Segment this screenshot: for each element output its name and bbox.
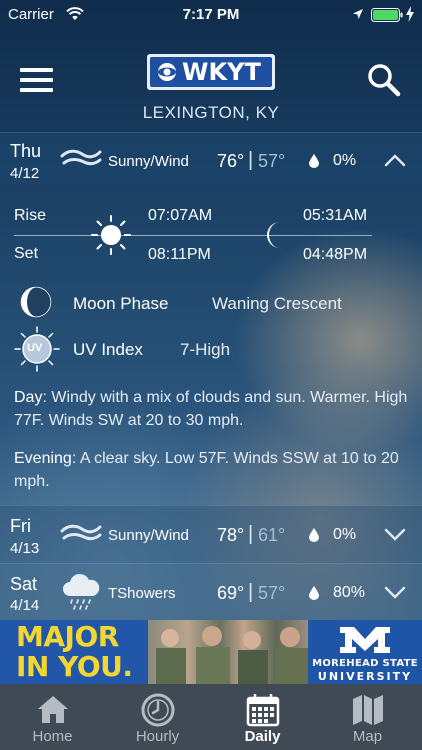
ad-photo-figures <box>156 626 308 684</box>
tab-bar: Home Hourly Daily Map <box>0 684 422 750</box>
tab-daily[interactable]: Daily <box>210 684 315 750</box>
rain-cloud-icon <box>63 573 100 610</box>
search-button[interactable] <box>366 62 402 98</box>
day-forecast-body: : Windy with a mix of clouds and sun. Wa… <box>14 389 408 429</box>
uv-index-label: UV Index <box>73 340 143 359</box>
tab-label: Map <box>352 728 383 745</box>
ad-headline-panel: MAJOR IN YOU. <box>0 620 148 684</box>
university-logo-icon <box>340 627 390 653</box>
home-icon <box>38 696 68 723</box>
sun-icon <box>91 215 131 255</box>
day-name: Thu <box>10 141 42 161</box>
day-row-sat[interactable]: Sat 4/14 TShowers 69° | 57° 80% <box>0 563 422 620</box>
moonrise-time: 05:31AM <box>303 207 368 224</box>
location-arrow-icon <box>353 9 363 19</box>
chevron-down-icon[interactable] <box>384 528 406 542</box>
precip-chance: 0% <box>333 152 357 169</box>
rise-label: Rise <box>14 207 47 224</box>
day-date: 4/12 <box>10 165 40 182</box>
raindrop-icon <box>309 528 319 542</box>
condition-label: TShowers <box>108 585 176 602</box>
moon-phase-value: Waning Crescent <box>212 294 342 313</box>
chevron-up-icon[interactable] <box>384 153 406 167</box>
condition-label: Sunny/Wind <box>108 153 189 170</box>
ad-headline-line1: MAJOR <box>16 620 119 653</box>
logo-text: WKYT <box>182 58 261 86</box>
ad-university-line2: UNIVERSITY <box>317 670 413 683</box>
day-name: Fri <box>10 516 31 536</box>
day-row-thu[interactable]: Thu 4/12 Sunny/Wind 76° | 57° 0% <box>0 132 422 184</box>
tab-map[interactable]: Map <box>315 684 420 750</box>
set-label: Set <box>14 245 39 262</box>
search-icon <box>368 64 401 97</box>
temp-separator: | <box>248 581 254 603</box>
low-temp: 57° <box>258 151 286 171</box>
moonset-time: 04:48PM <box>303 246 368 263</box>
day-date: 4/14 <box>10 597 40 614</box>
rise-set-divider <box>14 235 372 236</box>
uv-badge-text: UV <box>27 342 43 354</box>
day-forecast-label: Day <box>14 389 43 406</box>
status-bar: Carrier 7:17 PM <box>0 0 422 30</box>
tab-home[interactable]: Home <box>0 684 105 750</box>
condition-label: Sunny/Wind <box>108 527 189 544</box>
ad-university-panel: MOREHEAD STATE UNIVERSITY <box>308 620 422 684</box>
menu-button[interactable] <box>20 66 54 94</box>
calendar-icon <box>246 694 280 727</box>
moon-phase-label: Moon Phase <box>73 294 169 313</box>
high-temp: 76° <box>217 151 245 171</box>
high-temp: 78° <box>217 525 245 545</box>
day-row-fri[interactable]: Fri 4/13 Sunny/Wind 78° | 61° 0% <box>0 505 422 563</box>
evening-forecast-label: Evening <box>14 450 72 467</box>
temp-separator: | <box>248 523 254 545</box>
tab-label: Daily <box>244 728 281 745</box>
ad-headline-line2: IN YOU. <box>16 650 133 683</box>
location-label: LEXINGTON, KY <box>142 103 280 122</box>
uv-index-value: 7-High <box>180 340 231 359</box>
low-temp: 61° <box>258 525 286 545</box>
tab-label: Home <box>32 728 73 745</box>
evening-forecast-body: : A clear sky. Low 57F. Winds SSW at 10 … <box>14 450 399 490</box>
temp-separator: | <box>248 149 254 171</box>
precip-chance: 80% <box>333 584 366 601</box>
sunrise-time: 07:07AM <box>148 207 213 224</box>
tab-label: Hourly <box>135 728 180 745</box>
raindrop-icon <box>309 586 319 600</box>
day-forecast-text: Day: Windy with a mix of clouds and sun.… <box>14 386 414 432</box>
cbs-eye-icon <box>158 63 176 81</box>
battery-icon <box>371 8 403 22</box>
precip-chance: 0% <box>333 526 357 543</box>
sunset-time: 08:11PM <box>148 246 211 263</box>
day-name: Sat <box>10 574 38 594</box>
ad-banner[interactable]: MAJOR IN YOU. MOREHEAD STATE UNIVERSITY <box>0 620 422 684</box>
clock-icon <box>141 693 175 727</box>
ad-photo <box>148 620 308 684</box>
station-logo: WKYT <box>147 54 275 90</box>
raindrop-icon <box>309 154 319 168</box>
chevron-down-icon[interactable] <box>384 586 406 600</box>
map-icon <box>353 695 383 725</box>
wind-icon <box>60 524 102 541</box>
tab-hourly[interactable]: Hourly <box>105 684 210 750</box>
ad-university-line1: MOREHEAD STATE <box>312 658 418 669</box>
evening-forecast-text: Evening: A clear sky. Low 57F. Winds SSW… <box>14 447 414 493</box>
day-date: 4/13 <box>10 540 40 557</box>
high-temp: 69° <box>217 583 245 603</box>
wind-icon <box>60 149 102 166</box>
moon-icon <box>267 222 280 248</box>
charging-bolt-icon <box>406 6 414 22</box>
moon-phase-icon <box>20 286 52 318</box>
low-temp: 57° <box>258 583 286 603</box>
